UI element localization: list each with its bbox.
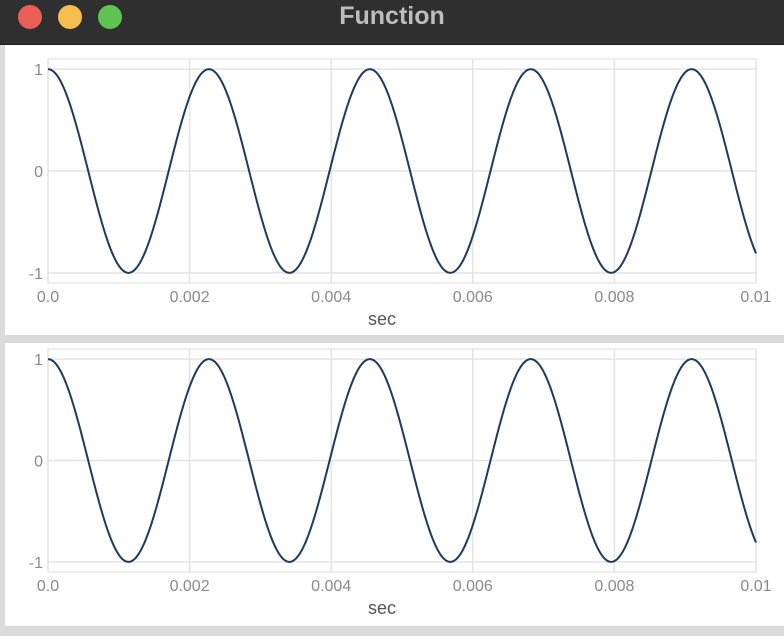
plot-panel-bottom: 0.0 0.002 0.004 0.006 0.008 0.01 1 0 -1 sec: [5, 343, 784, 626]
x-tick-label: 0.004: [311, 289, 351, 306]
line-chart-bottom: 0.0 0.002 0.004 0.006 0.008 0.01 1 0 -1 sec: [29, 348, 772, 618]
plot-panel-top: 0.0 0.002 0.004 0.006 0.008 0.01 1 0 -1 sec: [5, 45, 784, 335]
x-tick-label: 0.01: [740, 289, 771, 306]
x-tick-label: 0.006: [453, 289, 493, 306]
y-tick-label: -1: [29, 555, 43, 572]
y-tick-label: 1: [34, 62, 43, 79]
y-tick-label: 0: [34, 164, 43, 181]
plot-area: 0.0 0.002 0.004 0.006 0.008 0.01 1 0 -1 sec 0.0 0.…: [5, 45, 784, 631]
x-tick-label: 0.006: [453, 578, 493, 595]
x-tick-label: 0.004: [311, 578, 351, 595]
x-tick-label: 0.01: [740, 578, 771, 595]
x-tick-label: 0.002: [170, 578, 210, 595]
window-title: Function: [339, 2, 445, 30]
y-tick-label: 1: [34, 352, 43, 369]
x-tick-label: 0.008: [594, 578, 634, 595]
x-tick-label: 0.008: [594, 289, 634, 306]
y-tick-label: -1: [29, 266, 43, 283]
title-bar[interactable]: Function: [0, 0, 784, 45]
y-tick-label: 0: [34, 454, 43, 471]
x-tick-label: 0.0: [37, 289, 59, 306]
line-chart-top: 0.0 0.002 0.004 0.006 0.008 0.01 1 0 -1 sec: [29, 58, 772, 329]
x-axis-label: sec: [368, 598, 396, 618]
x-tick-label: 0.002: [170, 289, 210, 306]
app-window: Function 0.0 0.002 0.004 0.006 0.008 0.01 1 0 -1…: [0, 0, 784, 636]
x-axis-label: sec: [368, 309, 396, 329]
x-tick-label: 0.0: [37, 578, 59, 595]
